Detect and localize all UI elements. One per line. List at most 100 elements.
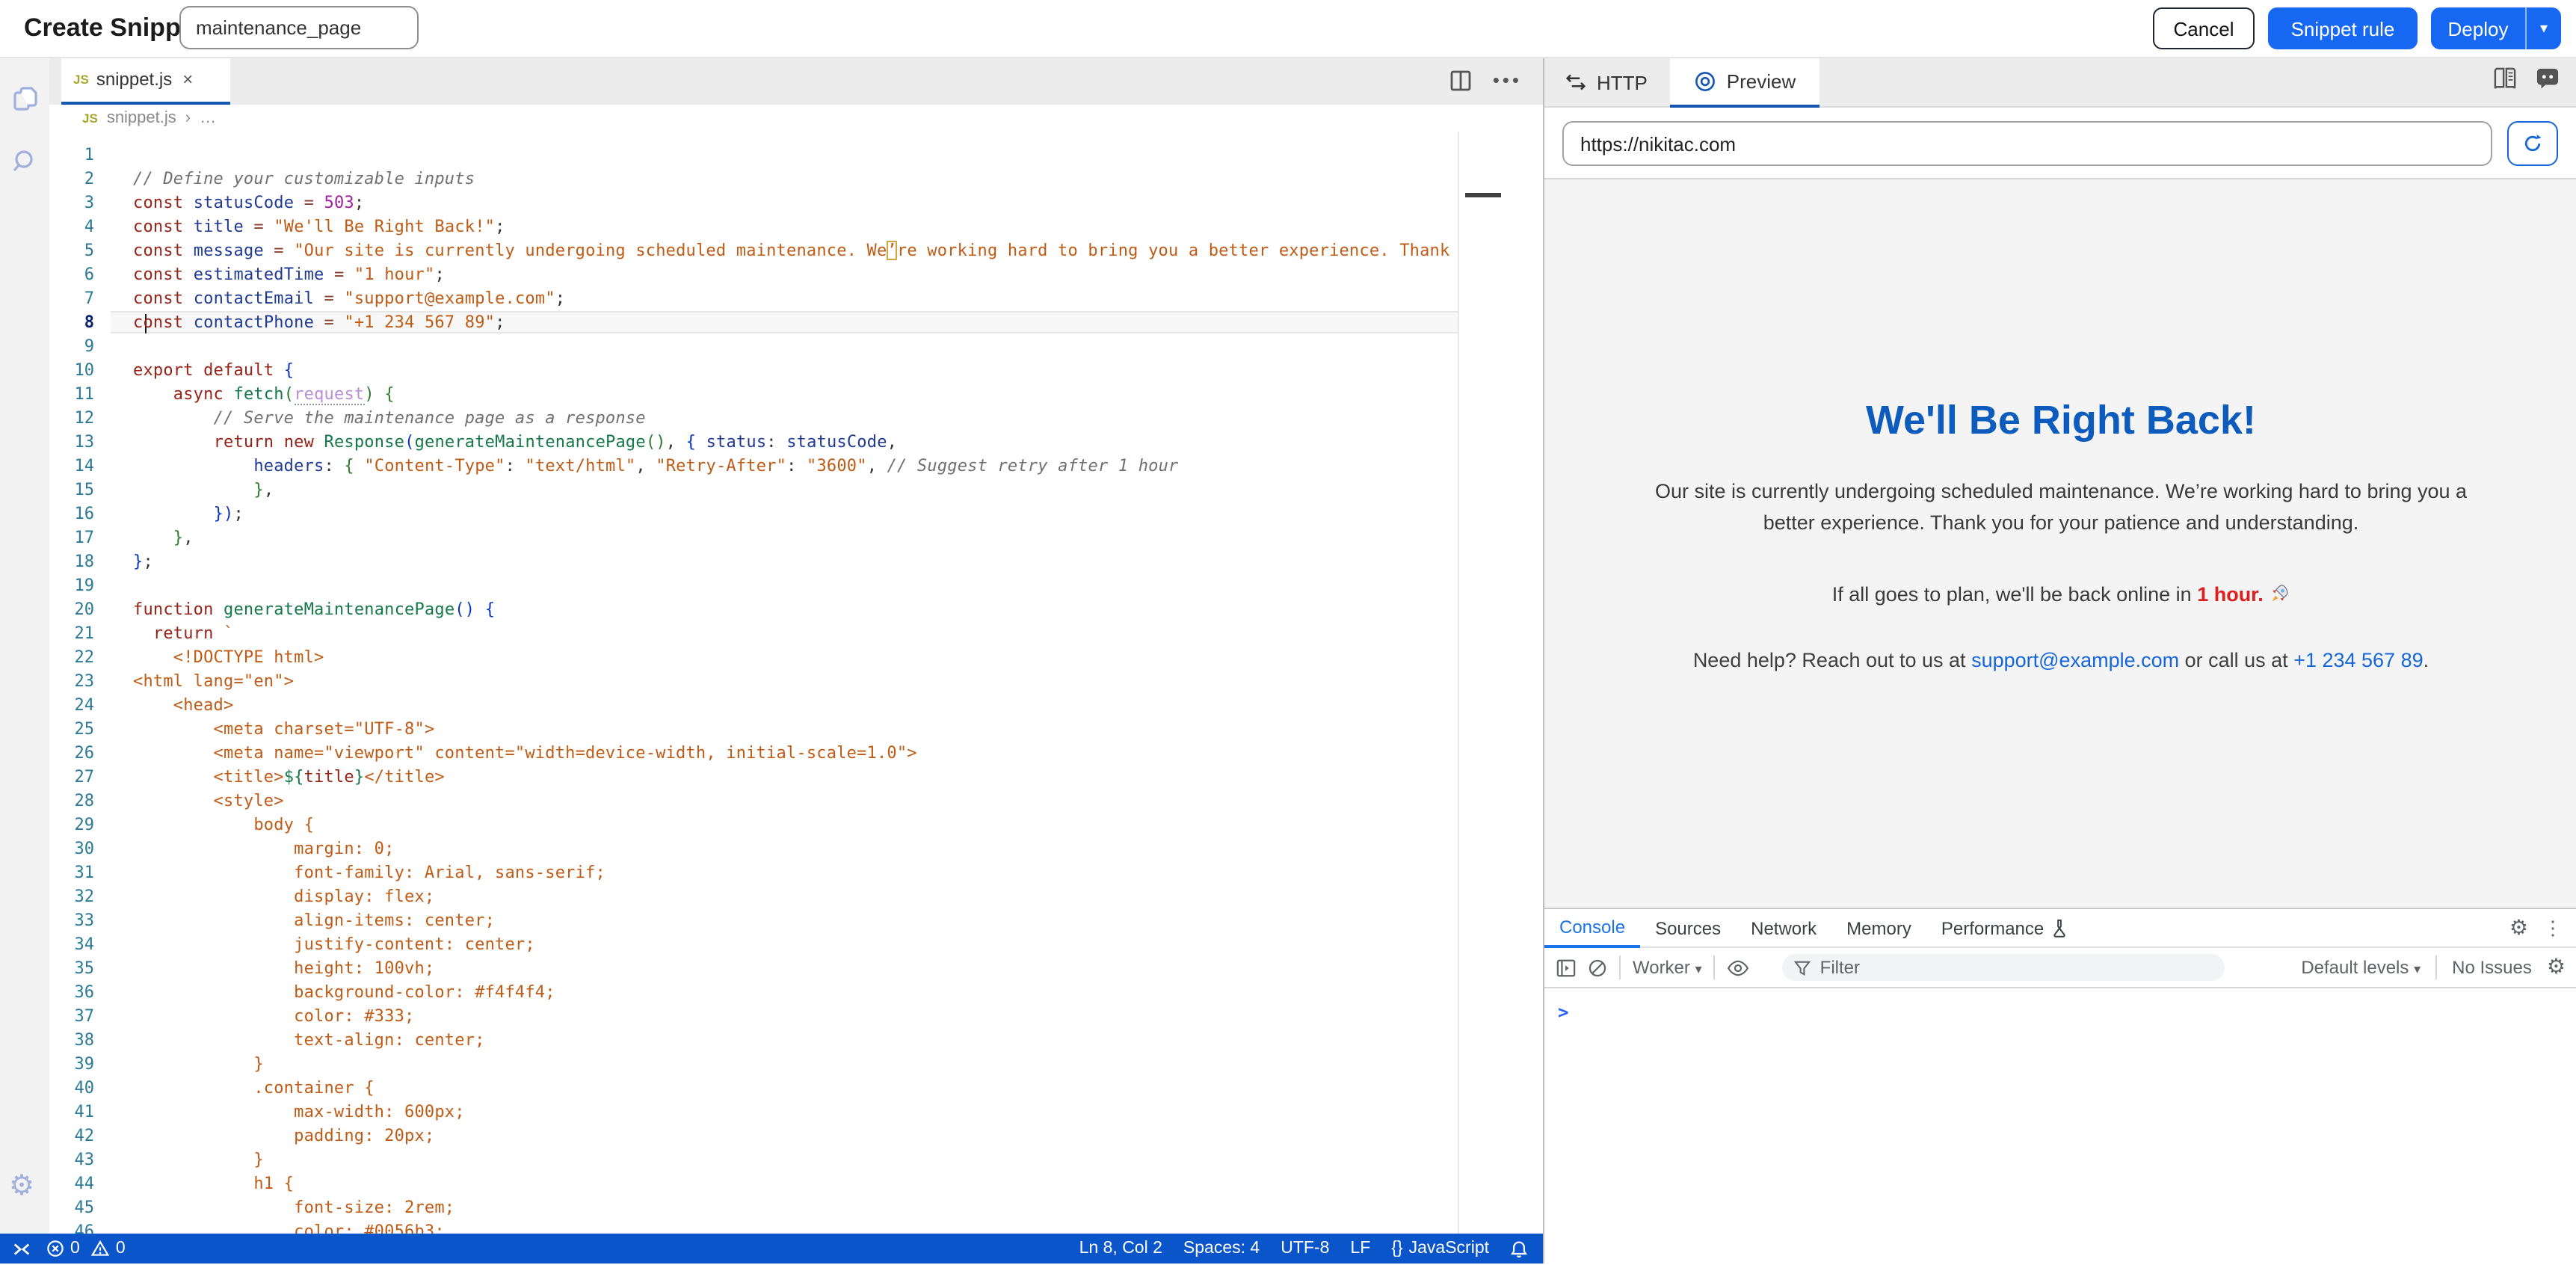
devtools-settings-icon[interactable]: ⚙	[2509, 917, 2528, 938]
settings-gear-icon[interactable]: ⚙	[9, 1169, 34, 1202]
tab-network[interactable]: Network	[1736, 908, 1831, 947]
files-icon[interactable]	[10, 84, 40, 114]
more-actions-icon[interactable]: •••	[1493, 69, 1522, 91]
eye-icon[interactable]	[1728, 959, 1750, 976]
close-tab-icon[interactable]: ×	[182, 69, 193, 90]
code-line[interactable]: 45 font-size: 2rem;	[49, 1196, 1525, 1220]
code-line[interactable]: 19	[49, 574, 1525, 598]
console-settings-icon[interactable]: ⚙	[2547, 957, 2566, 978]
tab-sources[interactable]: Sources	[1640, 908, 1736, 947]
code-line[interactable]: 28 <style>	[49, 790, 1525, 813]
code-line[interactable]: 32 display: flex;	[49, 885, 1525, 909]
cancel-button[interactable]: Cancel	[2153, 7, 2255, 49]
code-line[interactable]: 30 margin: 0;	[49, 837, 1525, 861]
search-icon[interactable]	[10, 147, 40, 176]
code-text: background-color: #f4f4f4;	[133, 981, 1525, 1005]
errors-icon	[46, 1240, 64, 1258]
clear-console-icon[interactable]	[1588, 958, 1607, 977]
split-editor-icon[interactable]	[1451, 70, 1472, 90]
code-line[interactable]: 14 headers: { "Content-Type": "text/html…	[49, 455, 1525, 478]
tab-performance[interactable]: Performance	[1926, 908, 2083, 947]
remote-indicator-icon[interactable]	[12, 1239, 31, 1258]
code-line[interactable]: 42 padding: 20px;	[49, 1124, 1525, 1148]
code-line[interactable]: 40 .container {	[49, 1077, 1525, 1101]
indentation[interactable]: Spaces: 4	[1183, 1240, 1260, 1258]
code-line[interactable]: 16 });	[49, 502, 1525, 526]
code-line[interactable]: 27 <title>${title}</title>	[49, 766, 1525, 790]
tab-preview[interactable]: Preview	[1670, 57, 1819, 108]
tab-snippet-js[interactable]: JS snippet.js ×	[61, 57, 230, 105]
code-line[interactable]: 34 justify-content: center;	[49, 933, 1525, 957]
snippet-rule-button[interactable]: Snippet rule	[2268, 7, 2418, 49]
issues-counter[interactable]: No Issues	[2452, 957, 2532, 978]
code-line[interactable]: 6const estimatedTime = "1 hour";	[49, 263, 1525, 287]
refresh-button[interactable]	[2507, 121, 2558, 166]
code-line[interactable]: 10export default {	[49, 359, 1525, 383]
code-editor[interactable]: 12// Define your customizable inputs3con…	[49, 132, 1525, 1234]
code-line[interactable]: 12 // Serve the maintenance page as a re…	[49, 407, 1525, 431]
warning-count: 0	[116, 1240, 126, 1258]
code-line[interactable]: 37 color: #333;	[49, 1005, 1525, 1029]
code-line[interactable]: 46 color: #0056b3;	[49, 1220, 1525, 1234]
language-mode[interactable]: {} JavaScript	[1391, 1240, 1489, 1258]
code-line[interactable]: 13 return new Response(generateMaintenan…	[49, 431, 1525, 455]
code-line[interactable]: 24 <head>	[49, 694, 1525, 718]
code-line[interactable]: 2// Define your customizable inputs	[49, 167, 1525, 191]
code-line[interactable]: 43 }	[49, 1148, 1525, 1172]
code-line[interactable]: 8const contactPhone = "+1 234 567 89";	[49, 311, 1525, 335]
code-line[interactable]: 15 },	[49, 478, 1525, 502]
deploy-dropdown-button[interactable]: ▾	[2525, 7, 2561, 49]
docs-book-icon[interactable]	[2492, 67, 2518, 90]
phone-link[interactable]: +1 234 567 89	[2293, 649, 2423, 671]
code-line[interactable]: 36 background-color: #f4f4f4;	[49, 981, 1525, 1005]
console-filter-input[interactable]: Filter	[1783, 954, 2225, 981]
code-line[interactable]: 17 },	[49, 526, 1525, 550]
support-email-link[interactable]: support@example.com	[1971, 649, 2179, 671]
eol-type[interactable]: LF	[1350, 1240, 1370, 1258]
preview-url-input[interactable]	[1562, 121, 2492, 166]
code-line[interactable]: 1	[49, 144, 1525, 167]
code-line[interactable]: 38 text-align: center;	[49, 1029, 1525, 1053]
code-line[interactable]: 21 return `	[49, 622, 1525, 646]
code-line[interactable]: 39 }	[49, 1053, 1525, 1077]
console-sidebar-icon[interactable]	[1556, 958, 1576, 977]
code-line[interactable]: 44 h1 {	[49, 1172, 1525, 1196]
code-line[interactable]: 31 font-family: Arial, sans-serif;	[49, 861, 1525, 885]
code-line[interactable]: 23<html lang="en">	[49, 670, 1525, 694]
console-output[interactable]: >	[1544, 988, 2576, 1265]
code-lines[interactable]: 12// Define your customizable inputs3con…	[49, 144, 1525, 1234]
cursor-position[interactable]: Ln 8, Col 2	[1079, 1240, 1162, 1258]
encoding[interactable]: UTF-8	[1281, 1240, 1329, 1258]
code-line[interactable]: 18};	[49, 550, 1525, 574]
code-line[interactable]: 5const message = "Our site is currently …	[49, 239, 1525, 263]
problems-indicator[interactable]: 0 0	[46, 1240, 126, 1258]
code-line[interactable]: 20function generateMaintenancePage() {	[49, 598, 1525, 622]
code-line[interactable]: 29 body {	[49, 813, 1525, 837]
code-line[interactable]: 25 <meta charset="UTF-8">	[49, 718, 1525, 742]
tab-http[interactable]: HTTP	[1544, 57, 1668, 108]
devtools-menu-icon[interactable]: ⋮	[2543, 916, 2563, 940]
code-line[interactable]: 22 <!DOCTYPE html>	[49, 646, 1525, 670]
console-context-select[interactable]: Worker ▾	[1633, 957, 1702, 978]
code-line[interactable]: 41 max-width: 600px;	[49, 1101, 1525, 1124]
code-line[interactable]: 33 align-items: center;	[49, 909, 1525, 933]
code-line[interactable]: 26 <meta name="viewport" content="width=…	[49, 742, 1525, 766]
breadcrumb[interactable]: JS snippet.js › …	[49, 105, 1558, 132]
editor-scrollbar[interactable]	[1458, 132, 1525, 1234]
notifications-bell-icon[interactable]	[1510, 1239, 1528, 1258]
code-line[interactable]: 4const title = "We'll Be Right Back!";	[49, 215, 1525, 239]
code-line[interactable]: 35 height: 100vh;	[49, 957, 1525, 981]
tab-memory[interactable]: Memory	[1831, 908, 1926, 947]
code-text: // Serve the maintenance page as a respo…	[133, 407, 1525, 431]
default-levels-select[interactable]: Default levels ▾	[2301, 957, 2421, 978]
code-line[interactable]: 7const contactEmail = "support@example.c…	[49, 287, 1525, 311]
console-prompt[interactable]: >	[1558, 1002, 1568, 1023]
code-text: <meta charset="UTF-8">	[133, 718, 1525, 742]
discord-chat-icon[interactable]	[2536, 67, 2560, 90]
code-line[interactable]: 9	[49, 335, 1525, 359]
tab-console[interactable]: Console	[1544, 908, 1640, 947]
deploy-button[interactable]: Deploy	[2431, 7, 2525, 49]
snippet-name-input[interactable]	[179, 6, 419, 49]
code-line[interactable]: 3const statusCode = 503;	[49, 191, 1525, 215]
code-line[interactable]: 11 async fetch(request) {	[49, 383, 1525, 407]
